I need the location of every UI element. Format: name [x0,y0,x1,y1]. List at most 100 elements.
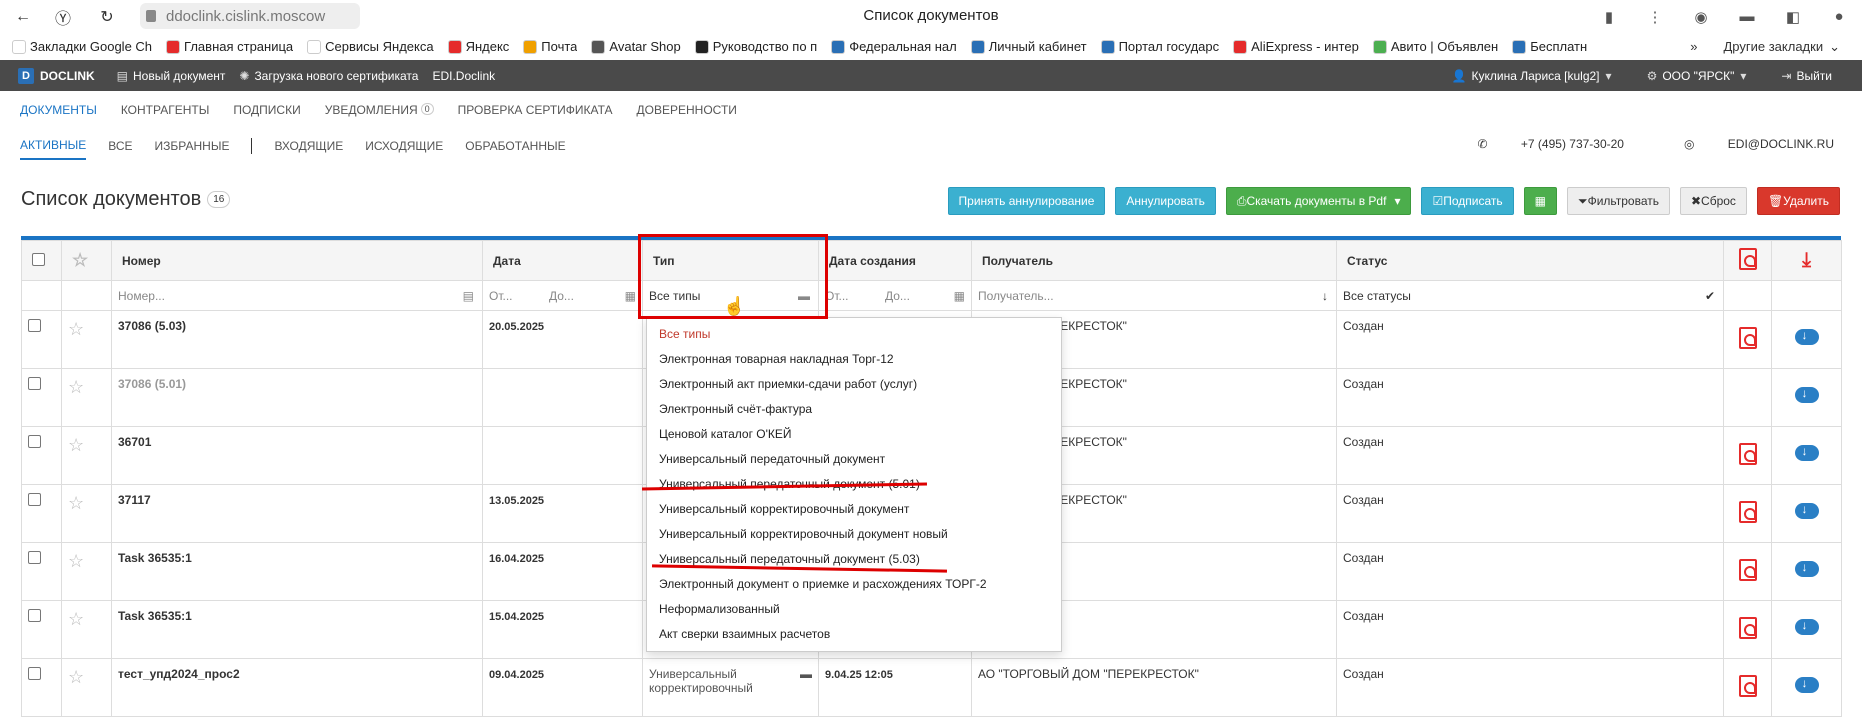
doc-number[interactable]: Task 36535:1 [118,609,192,623]
bookmark-item[interactable]: Портал государс [1100,39,1219,54]
star-icon[interactable]: ☆ [68,435,84,455]
delete-button[interactable]: 🗑 Удалить [1756,187,1840,215]
excel-export-button[interactable]: ▦ [1523,187,1557,215]
list-icon[interactable]: ▤ [463,289,474,303]
type-option[interactable]: Универсальный корректировочный документ … [647,522,1061,547]
bookmark-item[interactable]: Авито | Объявлен [1372,39,1498,54]
email[interactable]: ◎ edi@doclink.ru [1654,137,1834,151]
bookmark-item[interactable]: Сервисы Яндекса [307,39,434,54]
star-icon[interactable]: ☆ [68,667,84,687]
app-logo[interactable]: D DOCLINK [18,67,95,84]
type-option[interactable]: Электронный счёт-фактура [647,397,1061,422]
other-bookmarks[interactable]: Другие закладки [1723,39,1823,54]
col-created[interactable]: Дата создания [818,240,972,281]
bookmark-item[interactable]: AliExpress - интер [1233,39,1359,54]
new-document-link[interactable]: ▤ Новый документ [117,69,226,83]
cancel-document-button[interactable]: Аннулировать [1115,187,1216,215]
extension-icon[interactable]: ◧ [1770,8,1816,26]
pdf-icon[interactable] [1738,617,1757,639]
cloud-download-icon[interactable] [1794,328,1819,345]
star-icon[interactable]: ☆ [68,493,84,513]
edi-doclink-link[interactable]: EDI.Doclink [432,69,495,83]
tab-incoming[interactable]: ВХОДЯЩИЕ [274,139,343,159]
more-bookmarks-icon[interactable]: » [1690,39,1697,54]
doc-number[interactable]: Task 36535:1 [118,551,192,565]
cloud-download-icon[interactable] [1794,444,1819,461]
pdf-icon[interactable] [1738,443,1757,465]
pdf-icon[interactable] [1738,559,1757,581]
doc-number[interactable]: 36701 [118,435,151,449]
date-from-input[interactable]: От... [489,289,549,303]
number-filter-input[interactable]: Номер... ▤ [112,281,482,310]
pdf-icon[interactable] [1738,675,1757,697]
col-recipient[interactable]: Получатель [971,240,1337,281]
col-number[interactable]: Номер [111,240,483,281]
reload-icon[interactable]: ↻ [92,7,122,27]
type-option[interactable]: Неформализованный [647,597,1061,622]
upload-certificate-link[interactable]: ✺ Загрузка нового сертификата [239,69,418,83]
reset-button[interactable]: ✖ Сброс [1679,187,1747,215]
star-icon[interactable]: ☆ [68,377,84,397]
date-to-input[interactable]: До... [549,289,625,303]
doc-number[interactable]: 37086 (5.01) [118,377,186,391]
folder-icon[interactable]: ▬ [800,667,812,695]
bookmark-item[interactable]: Яндекс [447,39,509,54]
bookmark-item[interactable]: Почта [523,39,577,54]
cloud-download-icon[interactable] [1794,676,1819,693]
bookmark-item[interactable]: Личный кабинет [970,39,1087,54]
filter-button[interactable]: ⏷ Фильтровать [1566,187,1670,215]
row-checkbox[interactable] [28,609,41,622]
pdf-icon[interactable] [1738,501,1757,523]
table-row[interactable]: ☆ тест_упд2024_прос2 09.04.2025 Универсальн… [21,658,1842,717]
org-menu[interactable]: ⚙ ООО "ЯРСК" ▾ [1647,69,1752,83]
extension-icon[interactable]: ▬ [1724,8,1770,25]
bookmark-star-icon[interactable]: ▮ [1586,8,1632,26]
address-bar[interactable]: ddoclink.cislink.moscow [140,3,360,29]
calendar-icon[interactable]: ▦ [954,289,965,303]
created-filter[interactable]: От... До... ▦ [819,281,971,310]
check-icon[interactable]: ✔ [1705,289,1715,303]
bookmark-item[interactable]: Руководство по п [694,39,817,54]
date-filter[interactable]: От... До... ▦ [483,281,642,310]
cloud-download-icon[interactable] [1794,386,1819,403]
download-pdf-button[interactable]: ⎙ Скачать документы в Pdf ▾ [1225,187,1412,215]
menu-check-certificate[interactable]: ПРОВЕРКА СЕРТИФИКАТА [458,103,613,117]
col-date[interactable]: Дата [482,240,643,281]
bookmark-item[interactable]: Федеральная нал [831,39,957,54]
col-status[interactable]: Статус [1336,240,1724,281]
sign-button[interactable]: ☑ Подписать [1421,187,1514,215]
menu-notifications[interactable]: УВЕДОМЛЕНИЯ 0 [325,103,434,117]
status-filter-select[interactable]: Все статусы ✔ [1337,281,1723,310]
back-icon[interactable]: ← [8,8,38,26]
created-from-input[interactable]: От... [825,289,885,303]
cloud-download-icon[interactable] [1794,618,1819,635]
star-icon[interactable]: ☆ [68,551,84,571]
doc-number[interactable]: 37086 (5.03) [118,319,186,333]
row-checkbox[interactable] [28,551,41,564]
row-checkbox[interactable] [28,435,41,448]
row-checkbox[interactable] [28,493,41,506]
star-icon[interactable]: ☆ [72,250,88,270]
tab-processed[interactable]: ОБРАБОТАННЫЕ [465,139,565,159]
bookmark-item[interactable]: Главная страница [166,39,293,54]
tab-all[interactable]: ВСЕ [108,139,132,159]
row-checkbox[interactable] [28,667,41,680]
sort-down-icon[interactable]: ↓ [1322,289,1328,303]
type-option[interactable]: Ценовой каталог О'КЕЙ [647,422,1061,447]
pdf-icon[interactable] [1738,248,1757,270]
created-to-input[interactable]: До... [885,289,954,303]
download-icon[interactable]: ⤓ [1802,249,1811,271]
star-icon[interactable]: ☆ [68,609,84,629]
row-checkbox[interactable] [28,319,41,332]
recipient-filter-input[interactable]: Получатель... ↓ [972,281,1336,310]
extension-icon[interactable]: ◉ [1678,8,1724,26]
cloud-download-icon[interactable] [1794,560,1819,577]
doc-number[interactable]: 37117 [118,493,151,507]
type-option[interactable]: Все типы [647,322,1061,347]
bookmark-item[interactable]: Закладки Google Ch [12,39,152,54]
tab-favorites[interactable]: ИЗБРАННЫЕ [155,139,230,159]
menu-contractors[interactable]: КОНТРАГЕНТЫ [121,103,210,117]
type-option[interactable]: Универсальный корректировочный документ [647,497,1061,522]
pdf-icon[interactable] [1738,327,1757,349]
tab-outgoing[interactable]: ИСХОДЯЩИЕ [365,139,443,159]
